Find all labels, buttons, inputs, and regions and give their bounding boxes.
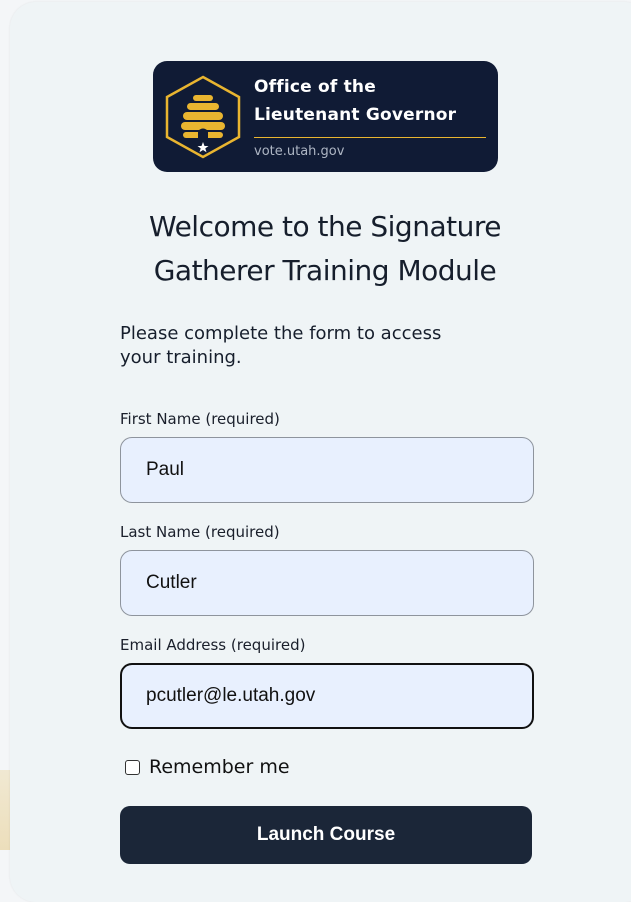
remember-me-row[interactable]: Remember me (125, 756, 290, 778)
email-label: Email Address (required) (120, 636, 306, 654)
logo-divider (254, 137, 486, 138)
launch-course-button[interactable]: Launch Course (120, 806, 532, 864)
page-title: Welcome to the Signature Gatherer Traini… (110, 205, 540, 293)
page-title-line2: Gatherer Training Module (153, 254, 497, 287)
intro-text: Please complete the form to access your … (120, 323, 442, 368)
email-input[interactable] (120, 663, 534, 729)
logo-title-line2: Lieutenant Governor (254, 105, 457, 125)
remember-me-checkbox[interactable] (125, 759, 140, 775)
logo-url: vote.utah.gov (254, 144, 345, 159)
remember-me-label: Remember me (149, 756, 290, 778)
first-name-input[interactable] (120, 437, 534, 503)
page-title-line1: Welcome to the Signature (149, 210, 501, 243)
background-decoration (0, 770, 10, 850)
last-name-label: Last Name (required) (120, 523, 280, 541)
logo-title-line1: Office of the (254, 77, 376, 97)
beehive-seal-icon (165, 75, 241, 159)
lieutenant-governor-logo: Office of the Lieutenant Governor vote.u… (153, 61, 498, 172)
first-name-label: First Name (required) (120, 410, 280, 428)
last-name-input[interactable] (120, 550, 534, 616)
